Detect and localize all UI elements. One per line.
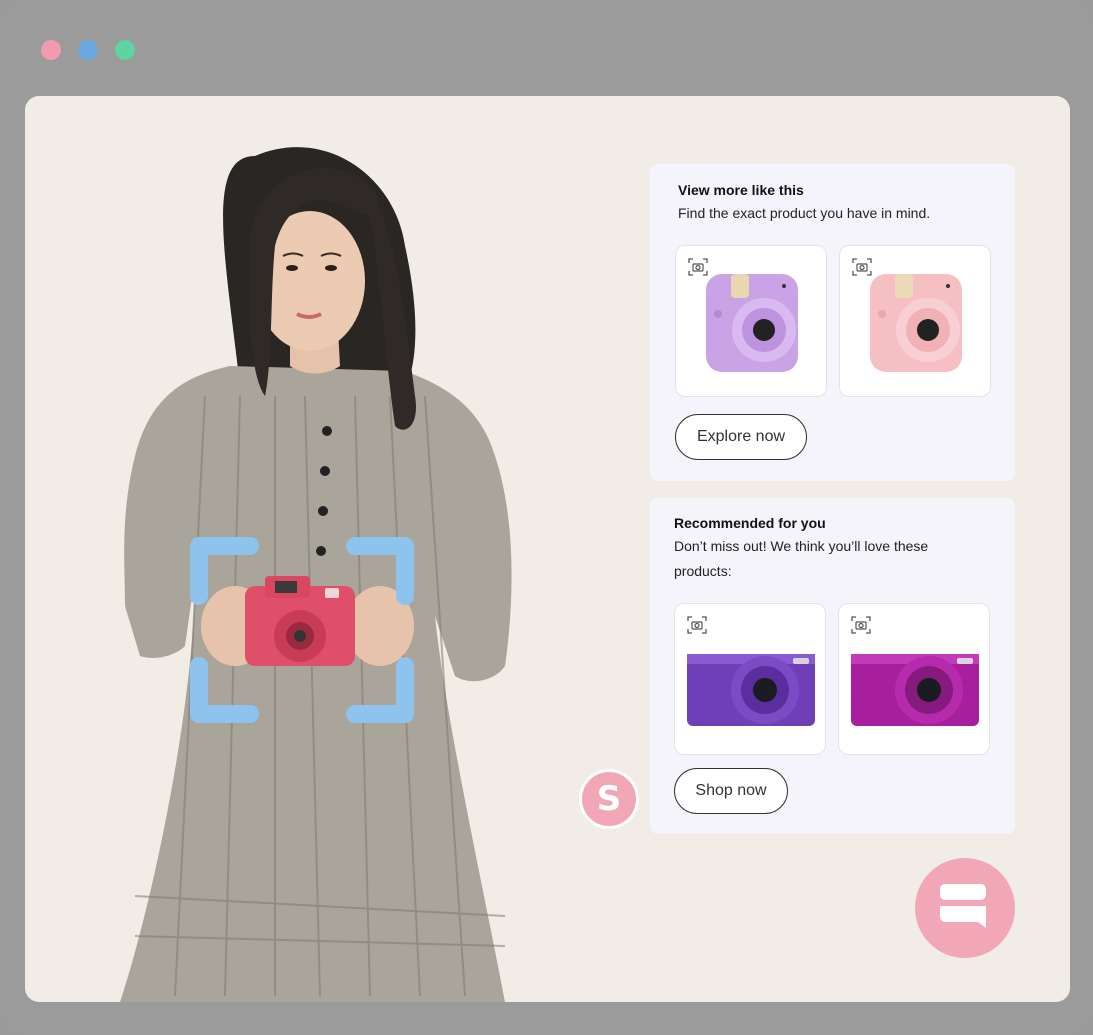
product-tile-purple-instant[interactable] xyxy=(675,245,827,397)
brand-s-badge[interactable]: S xyxy=(579,769,639,829)
explore-now-button[interactable]: Explore now xyxy=(675,414,807,460)
window-close-dot[interactable] xyxy=(41,40,61,60)
magenta-compact-camera-image xyxy=(851,654,979,726)
window-maximize-dot[interactable] xyxy=(115,40,135,60)
purple-instant-camera-image xyxy=(706,274,798,372)
recommended-card: Recommended for you Don’t miss out! We t… xyxy=(650,498,1015,834)
shop-now-button[interactable]: Shop now xyxy=(674,768,788,814)
view-more-subtitle: Find the exact product you have in mind. xyxy=(678,205,931,221)
product-tile-pink-instant[interactable] xyxy=(839,245,991,397)
recommended-subtitle-line2: products: xyxy=(674,563,732,579)
chat-button[interactable] xyxy=(915,858,1015,958)
product-tile-magenta-compact[interactable] xyxy=(838,603,990,755)
purple-compact-camera-image xyxy=(687,654,815,726)
recommended-subtitle-line1: Don’t miss out! We think you’ll love the… xyxy=(674,538,929,554)
chat-bubble-icon xyxy=(940,884,986,928)
browser-window: View more like this Find the exact produ… xyxy=(0,0,1093,1035)
pink-instant-camera-image xyxy=(870,274,962,372)
view-more-title: View more like this xyxy=(678,182,804,198)
recommended-title: Recommended for you xyxy=(674,515,826,531)
window-minimize-dot[interactable] xyxy=(78,40,98,60)
page-content: View more like this Find the exact produ… xyxy=(25,96,1070,1002)
product-tile-purple-compact[interactable] xyxy=(674,603,826,755)
model-photo xyxy=(120,147,512,1002)
view-more-card: View more like this Find the exact produ… xyxy=(650,164,1015,481)
